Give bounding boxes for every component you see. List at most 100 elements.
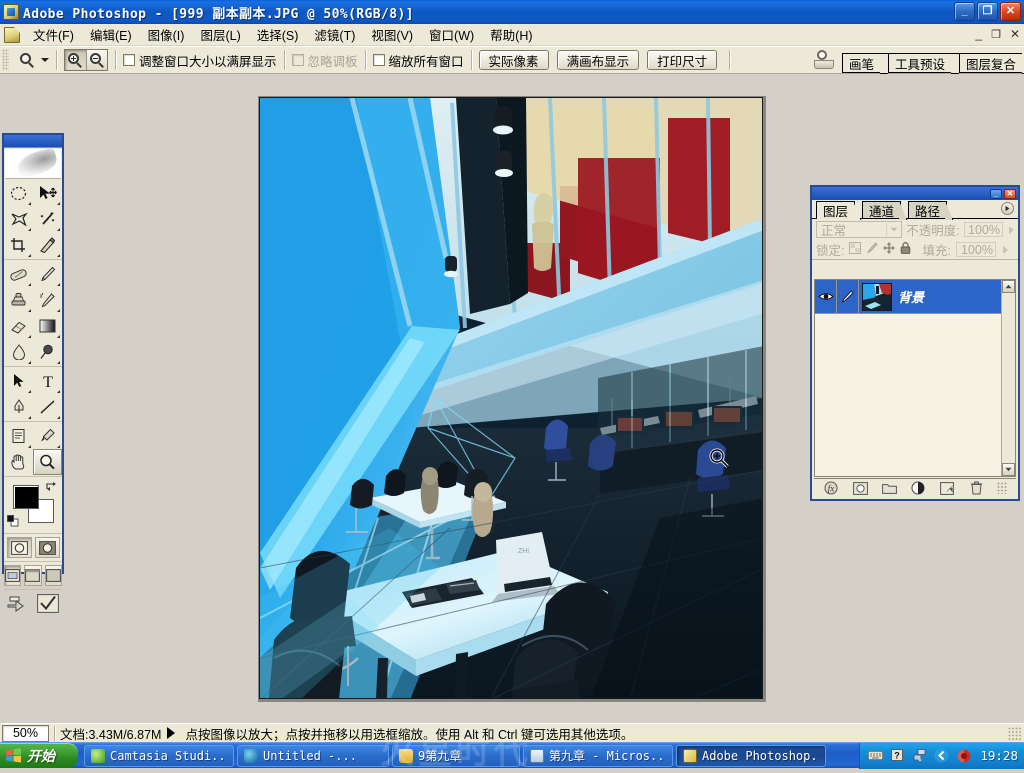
new-layer-button[interactable] (939, 481, 955, 496)
actual-pixels-button[interactable]: 实际像素 (478, 50, 549, 70)
document-control-icon[interactable] (4, 26, 20, 43)
taskb ar-item-photoshop[interactable]: Adobe Photoshop... (676, 744, 826, 767)
default-colors-icon[interactable] (7, 515, 19, 527)
resize-windows-to-fit[interactable]: 调整窗口大小以满屏显示 (123, 51, 277, 70)
taskbar-item-untitled[interactable]: Untitled -... (237, 744, 389, 767)
healing-brush-tool[interactable] (4, 261, 33, 287)
new-adjustment-layer-button[interactable] (910, 481, 926, 496)
fill-value[interactable]: 100% (955, 242, 996, 257)
pen-tool[interactable] (4, 394, 33, 420)
layers-scrollbar[interactable] (1001, 280, 1015, 476)
doc-minimize-button[interactable]: _ (975, 27, 982, 41)
menu-select[interactable]: 选择(S) (249, 22, 307, 47)
history-brush-tool[interactable] (33, 287, 62, 313)
menu-layer[interactable]: 图层(L) (192, 22, 248, 47)
taskbar-clock[interactable]: 19:28 (980, 748, 1018, 763)
minimize-button[interactable]: _ (954, 2, 975, 21)
doc-close-button[interactable]: ✕ (1010, 27, 1020, 41)
swap-colors-icon[interactable] (46, 481, 57, 492)
fill-slider-arrow-icon[interactable] (1002, 245, 1008, 254)
menu-filter[interactable]: 滤镜(T) (306, 22, 363, 47)
line-tool[interactable] (33, 394, 62, 420)
new-group-button[interactable] (881, 481, 897, 496)
hand-tool[interactable] (4, 449, 33, 475)
delete-layer-button[interactable] (968, 481, 984, 496)
file-browser-icon[interactable] (813, 50, 834, 70)
zoom-tool[interactable] (33, 449, 62, 475)
scroll-up-button[interactable] (1002, 280, 1015, 293)
menu-image[interactable]: 图像(I) (140, 22, 193, 47)
antivirus-shield-icon[interactable] (956, 749, 971, 763)
show-hidden-icons-icon[interactable] (934, 748, 949, 763)
tab-layers[interactable]: 图层 (816, 201, 856, 219)
menu-help[interactable]: 帮助(H) (482, 22, 540, 47)
menu-view[interactable]: 视图(V) (363, 22, 421, 47)
toolbox-titlebar[interactable] (4, 135, 62, 148)
start-button[interactable]: 开始 (0, 743, 78, 768)
image-canvas[interactable]: ZHi (259, 97, 763, 699)
standard-mode-button[interactable] (6, 537, 32, 558)
marquee-tool[interactable] (4, 180, 33, 206)
network-icon[interactable] (912, 748, 927, 763)
close-button[interactable]: ✕ (1000, 2, 1021, 21)
foreground-color-swatch[interactable] (13, 485, 39, 509)
palette-menu-button[interactable] (1001, 202, 1014, 215)
lock-transparent-pixels-icon[interactable] (849, 242, 862, 257)
table-row[interactable]: 背景 (815, 280, 1015, 314)
taskbar-item-folder[interactable]: 9第九章 (392, 744, 520, 767)
layer-name[interactable]: 背景 (898, 287, 995, 306)
clone-stamp-tool[interactable] (4, 287, 33, 313)
menu-edit[interactable]: 编辑(E) (82, 22, 140, 47)
blend-mode-select[interactable]: 正常 (816, 221, 903, 238)
tab-paths[interactable]: 路径 (908, 201, 948, 219)
dodge-tool[interactable] (33, 339, 62, 365)
lock-position-icon[interactable] (883, 242, 896, 257)
restore-button[interactable]: ❐ (977, 2, 998, 21)
brush-tool[interactable] (33, 261, 62, 287)
full-screen-with-menu-button[interactable] (24, 565, 42, 586)
help-question-icon[interactable]: ? (890, 749, 905, 763)
opacity-slider-arrow-icon[interactable] (1009, 225, 1014, 234)
eraser-tool[interactable] (4, 313, 33, 339)
magic-wand-tool[interactable] (33, 206, 62, 232)
zoom-out-button[interactable] (86, 50, 107, 70)
options-bar-grip[interactable] (2, 49, 9, 71)
jump-to-imageready-button[interactable] (7, 594, 32, 616)
type-tool[interactable]: T (33, 368, 62, 394)
lock-all-icon[interactable] (900, 242, 911, 257)
taskbar-item-camtasia[interactable]: Camtasia Studi... (84, 744, 234, 767)
layer-edit-mode-icon[interactable] (837, 280, 859, 314)
palette-tab-tool-presets[interactable]: 工具预设 (887, 54, 951, 73)
full-screen-mode-button[interactable] (44, 565, 62, 586)
gradient-tool[interactable] (33, 313, 62, 339)
palette-close-button[interactable]: ✕ (1004, 188, 1016, 199)
tool-check-button[interactable] (37, 594, 59, 616)
notes-tool[interactable] (4, 423, 33, 449)
document-size-info[interactable]: 文档:3.43M/6.87M (60, 724, 161, 743)
lasso-tool[interactable] (4, 206, 33, 232)
menu-file[interactable]: 文件(F) (25, 22, 82, 47)
add-layer-mask-button[interactable] (852, 481, 868, 496)
tab-channels[interactable]: 通道 (862, 201, 902, 219)
taskbar-item-word[interactable]: 第九章 - Micros... (523, 744, 673, 767)
layer-style-button[interactable]: fx (823, 481, 839, 496)
status-menu-triangle-icon[interactable] (167, 727, 176, 739)
palette-minimize-button[interactable]: _ (990, 188, 1002, 199)
zoom-in-button[interactable] (65, 50, 86, 70)
lock-image-pixels-icon[interactable] (866, 242, 879, 257)
layers-palette-titlebar[interactable]: _ ✕ (812, 187, 1018, 200)
fit-on-screen-button[interactable]: 满画布显示 (556, 50, 640, 70)
path-selection-tool[interactable] (4, 368, 33, 394)
standard-screen-mode-button[interactable] (4, 565, 22, 586)
layers-list[interactable]: 背景 (814, 279, 1016, 477)
eyedropper-tool[interactable] (33, 423, 62, 449)
window-resize-grip[interactable] (1008, 727, 1022, 741)
move-tool[interactable] (33, 180, 62, 206)
palette-tab-brushes[interactable]: 画笔 (841, 54, 880, 73)
layer-visibility-toggle[interactable] (815, 280, 837, 314)
zoom-all-windows[interactable]: 缩放所有窗口 (372, 51, 464, 70)
chevron-down-icon[interactable] (41, 58, 49, 62)
window-titlebar[interactable]: Adobe Photoshop - [999 副本副本.JPG @ 50%(RG… (0, 0, 1024, 24)
palette-resize-grip[interactable] (997, 482, 1007, 494)
blur-tool[interactable] (4, 339, 33, 365)
